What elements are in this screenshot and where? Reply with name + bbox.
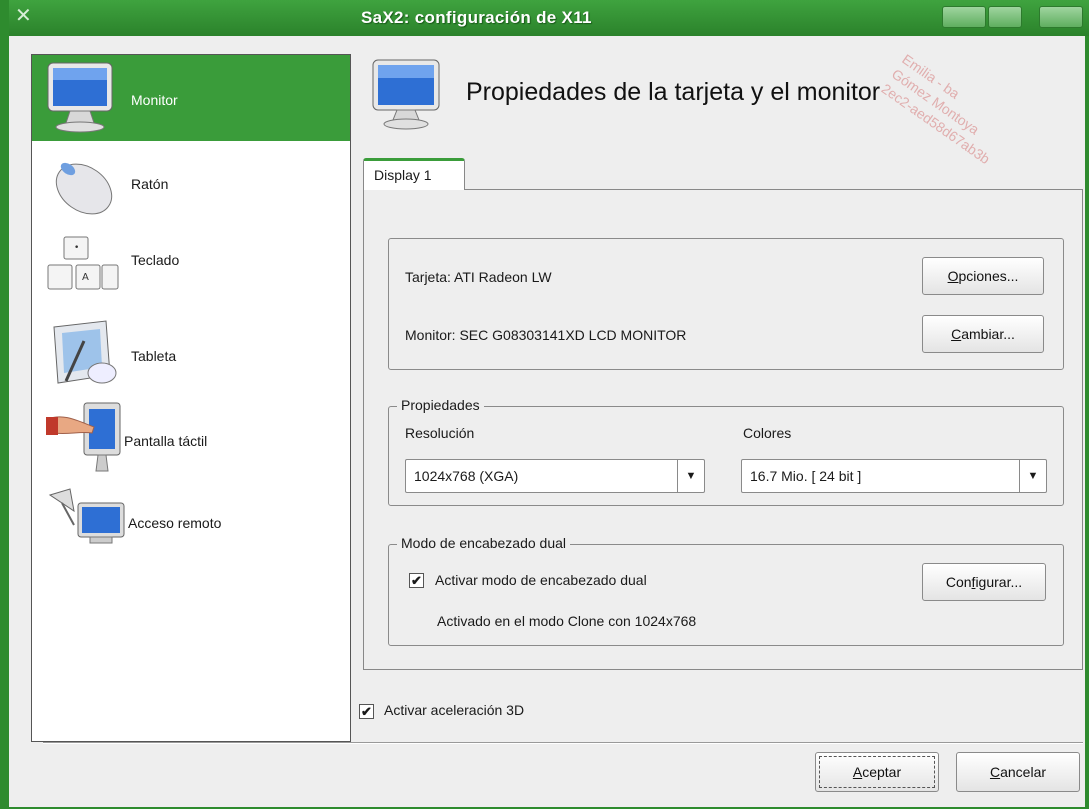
tab-panel: Tarjeta: ATI Radeon LW Opciones... Monit…: [363, 189, 1083, 670]
colors-value: 16.7 Mio. [ 24 bit ]: [750, 468, 862, 484]
sidebar-item-label: Monitor: [131, 92, 178, 108]
configure-button[interactable]: Configurar...: [922, 563, 1046, 601]
sidebar-item-monitor[interactable]: Monitor: [32, 55, 350, 141]
close-window-button[interactable]: [1039, 6, 1083, 28]
sidebar-item-label: Ratón: [131, 176, 169, 192]
remote-access-icon: [48, 488, 125, 544]
change-monitor-button[interactable]: Cambiar...: [922, 315, 1044, 353]
sidebar-item-raton[interactable]: Ratón: [32, 141, 350, 227]
watermark-line: Gómez Montoya: [888, 65, 983, 138]
resolution-value: 1024x768 (XGA): [414, 468, 519, 484]
keyboard-icon: • A: [47, 236, 119, 290]
dual-head-status: Activado en el modo Clone con 1024x768: [437, 613, 697, 629]
button-label: Con: [945, 574, 972, 590]
page-title: Propiedades de la tarjeta y el monitor: [466, 78, 881, 106]
3d-acceleration-checkbox[interactable]: ✔: [359, 704, 374, 719]
sidebar-item-acceso-remoto[interactable]: Acceso remoto: [32, 485, 350, 571]
svg-text:A: A: [82, 272, 89, 283]
dual-head-group: Modo de encabezado dual ✔ Activar modo d…: [388, 535, 1064, 646]
tablet-icon: [53, 320, 117, 384]
footer-separator: [43, 742, 1083, 744]
sidebar-item-label: Tableta: [131, 348, 177, 364]
sidebar-item-label: Pantalla táctil: [124, 433, 208, 449]
mnemonic: A: [852, 764, 863, 780]
mnemonic: O: [947, 268, 959, 284]
dual-head-checkbox-label[interactable]: Activar modo de encabezado dual: [435, 572, 647, 588]
tab-label: Display 1: [374, 167, 432, 183]
colors-label: Colores: [743, 425, 792, 441]
dual-head-legend: Modo de encabezado dual: [397, 535, 571, 551]
sidebar-item-pantalla-tactil[interactable]: Pantalla táctil: [32, 399, 350, 485]
button-label: pciones...: [958, 268, 1019, 284]
monitor-label: Monitor: SEC G08303141XD LCD MONITOR: [405, 327, 687, 343]
options-button[interactable]: Opciones...: [922, 257, 1044, 295]
card-label: Tarjeta: ATI Radeon LW: [405, 269, 552, 285]
sax2-window: ✕ SaX2: configuración de X11 Emilia - ba…: [0, 0, 1089, 809]
sidebar-item-teclado[interactable]: • A Teclado: [32, 227, 350, 313]
sidebar-item-tableta[interactable]: Tableta: [32, 313, 350, 399]
button-label: igurar...: [975, 574, 1023, 590]
3d-acceleration-label[interactable]: Activar aceleración 3D: [384, 702, 524, 718]
button-label: ceptar: [862, 764, 902, 780]
mnemonic: C: [951, 326, 962, 342]
minimize-button[interactable]: [942, 6, 986, 28]
chevron-down-icon[interactable]: ▼: [677, 460, 704, 492]
button-label: ancelar: [1000, 764, 1047, 780]
monitor-icon: [372, 59, 440, 130]
mnemonic: C: [989, 764, 1001, 780]
button-label: ambiar...: [961, 326, 1015, 342]
sidebar-item-label: Acceso remoto: [128, 515, 222, 531]
cancel-button[interactable]: Cancelar: [956, 752, 1080, 792]
svg-text:•: •: [74, 243, 79, 253]
resolution-label: Resolución: [405, 425, 475, 441]
card-monitor-group: Tarjeta: ATI Radeon LW Opciones... Monit…: [388, 238, 1064, 370]
chevron-down-icon[interactable]: ▼: [1019, 460, 1046, 492]
category-sidebar: Monitor Ratón • A Teclado Tableta Pantal…: [31, 54, 351, 742]
maximize-button[interactable]: [988, 6, 1022, 28]
sidebar-item-label: Teclado: [131, 252, 180, 268]
monitor-icon: [47, 62, 113, 133]
window-title: SaX2: configuración de X11: [361, 8, 592, 27]
mouse-icon: [55, 162, 113, 215]
dual-head-checkbox[interactable]: ✔: [409, 573, 424, 588]
title-bar[interactable]: ✕ SaX2: configuración de X11: [9, 0, 1089, 36]
touchscreen-icon: [46, 402, 121, 472]
accept-button[interactable]: Aceptar: [815, 752, 939, 792]
window-menu-icon[interactable]: ✕: [15, 6, 35, 26]
properties-group: Propiedades Resolución Colores 1024x768 …: [388, 397, 1064, 506]
colors-select[interactable]: 16.7 Mio. [ 24 bit ] ▼: [741, 459, 1047, 493]
tab-display-1[interactable]: Display 1: [363, 158, 465, 190]
resolution-select[interactable]: 1024x768 (XGA) ▼: [405, 459, 705, 493]
properties-legend: Propiedades: [397, 397, 484, 413]
